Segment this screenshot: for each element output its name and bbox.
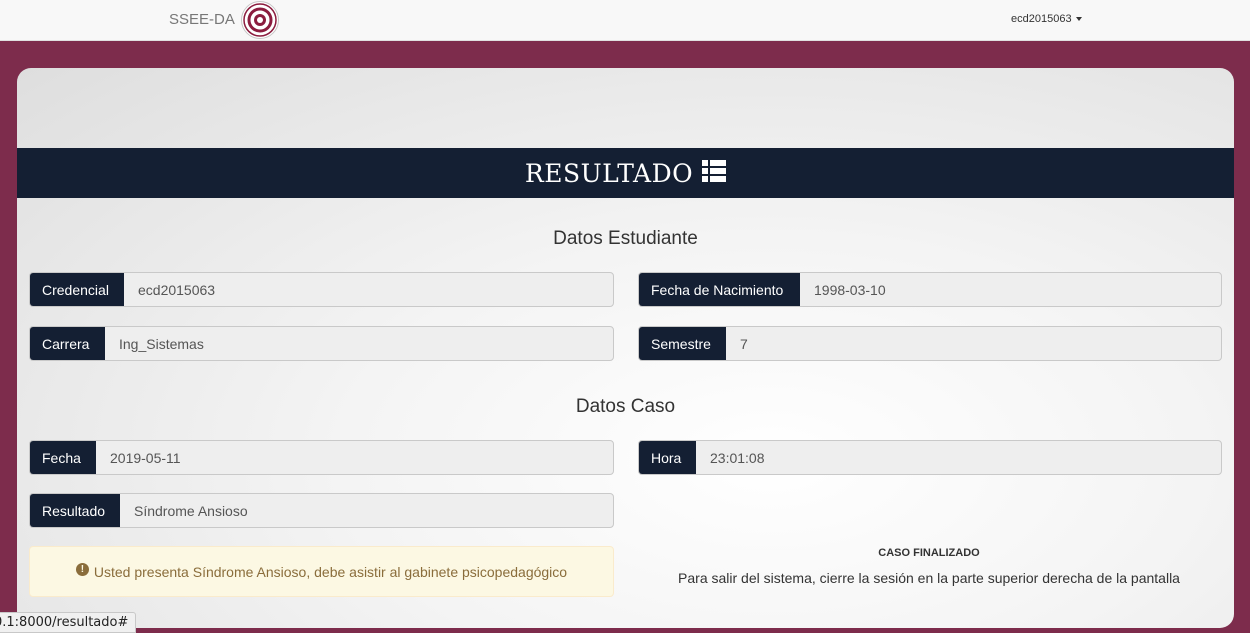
fecha-nacimiento-field: Fecha de Nacimiento 1998-03-10 xyxy=(638,272,1222,307)
semestre-field: Semestre 7 xyxy=(638,326,1222,361)
resultado-label: Resultado xyxy=(30,494,120,527)
link-status-bar: 0.1:8000/resultado# xyxy=(0,612,136,633)
resultado-field: Resultado Síndrome Ansioso xyxy=(29,493,614,528)
user-dropdown[interactable]: ecd2015063 xyxy=(1011,13,1082,25)
credencial-value: ecd2015063 xyxy=(138,281,216,298)
status-url: 0.1:8000/resultado# xyxy=(0,615,129,630)
fecha-nacimiento-label: Fecha de Nacimiento xyxy=(639,273,800,306)
university-logo xyxy=(241,1,279,39)
fecha-field: Fecha 2019-05-11 xyxy=(29,440,614,475)
case-section-title: Datos Caso xyxy=(575,396,676,417)
fecha-label: Fecha xyxy=(30,441,96,474)
carrera-label: Carrera xyxy=(30,327,105,360)
panel-header: RESULTADO xyxy=(17,148,1234,198)
alert-text: Usted presenta Síndrome Ansioso, debe as… xyxy=(93,563,568,580)
credencial-field: Credencial ecd2015063 xyxy=(29,272,614,307)
caret-down-icon xyxy=(1075,17,1082,22)
page-title: RESULTADO xyxy=(524,158,694,188)
warning-alert: ! Usted presenta Síndrome Ansioso, debe … xyxy=(29,546,614,597)
fecha-nacimiento-value: 1998-03-10 xyxy=(814,281,886,298)
case-status-text: Para salir del sistema, cierre la sesión… xyxy=(678,570,1180,586)
hora-field: Hora 23:01:08 xyxy=(638,440,1222,475)
list-icon xyxy=(702,159,727,187)
fecha-value: 2019-05-11 xyxy=(110,449,181,466)
brand-link[interactable]: SSEE-DA xyxy=(169,11,235,28)
hora-label: Hora xyxy=(639,441,696,474)
user-name: ecd2015063 xyxy=(1011,13,1072,25)
exclamation-circle-icon: ! xyxy=(75,563,89,576)
student-section-title: Datos Estudiante xyxy=(553,228,698,249)
result-panel: RESULTADO Datos Estudiante Credencial ec… xyxy=(17,68,1234,628)
semestre-label: Semestre xyxy=(639,327,726,360)
semestre-value: 7 xyxy=(740,335,748,352)
carrera-field: Carrera Ing_Sistemas xyxy=(29,326,614,361)
case-status-title: CASO FINALIZADO xyxy=(878,547,980,559)
carrera-value: Ing_Sistemas xyxy=(119,335,204,352)
hora-value: 23:01:08 xyxy=(710,449,765,466)
resultado-value: Síndrome Ansioso xyxy=(134,502,248,519)
credencial-label: Credencial xyxy=(30,273,124,306)
top-navbar: SSEE-DA ecd2015063 xyxy=(0,0,1250,41)
